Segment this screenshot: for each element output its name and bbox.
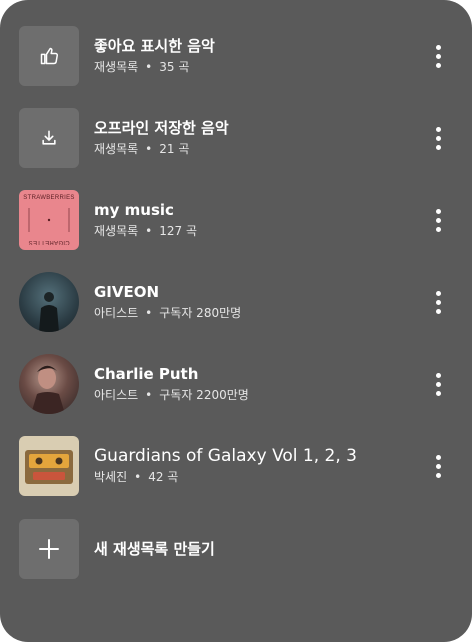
item-subtitle: 재생목록 • 35 곡 [94, 58, 215, 76]
artist-photo-graphic [31, 365, 65, 414]
item-count: 127 곡 [159, 224, 198, 238]
offline-music-thumbnail [19, 108, 79, 168]
item-type: 재생목록 [94, 142, 139, 156]
separator-dot: • [134, 470, 142, 484]
download-icon [42, 130, 56, 145]
item-title: 오프라인 저장한 음악 [94, 119, 229, 137]
more-options-button[interactable] [426, 369, 450, 399]
separator-dot: • [145, 224, 153, 238]
artist-avatar [19, 272, 79, 332]
item-subtitle: 아티스트 • 구독자 2200만명 [94, 386, 249, 404]
more-options-button[interactable] [426, 41, 450, 71]
item-type: 재생목록 [94, 60, 139, 74]
item-type: 아티스트 [94, 388, 139, 402]
item-subtitle: 아티스트 • 구독자 280만명 [94, 304, 241, 322]
list-item-my-music[interactable]: STRAWBERRIES CIGARETTES my music 재생목록 • 12… [19, 190, 472, 250]
item-subtitle: 박세진 • 42 곡 [94, 468, 357, 486]
list-item-offline-music[interactable]: 오프라인 저장한 음악 재생목록 • 21 곡 [19, 108, 472, 168]
item-count: 구독자 280만명 [159, 306, 242, 320]
artist-photo-graphic [39, 292, 59, 332]
separator-dot: • [145, 306, 153, 320]
guardians-album-art [19, 436, 79, 496]
list-item-giveon[interactable]: GIVEON 아티스트 • 구독자 280만명 [19, 272, 472, 332]
item-title: my music [94, 201, 174, 219]
item-count: 35 곡 [159, 60, 190, 74]
list-item-charlie-puth[interactable]: Charlie Puth 아티스트 • 구독자 2200만명 [19, 354, 472, 414]
item-subtitle: 재생목록 • 127 곡 [94, 222, 197, 240]
more-options-button[interactable] [426, 123, 450, 153]
my-music-album-art: STRAWBERRIES CIGARETTES [19, 190, 79, 250]
album-art-text-bottom: CIGARETTES [28, 239, 70, 245]
separator-dot: • [145, 60, 153, 74]
item-subtitle: 재생목록 • 21 곡 [94, 140, 229, 158]
more-options-button[interactable] [426, 287, 450, 317]
item-count: 21 곡 [159, 142, 190, 156]
liked-music-thumbnail [19, 26, 79, 86]
item-title: GIVEON [94, 283, 160, 301]
new-playlist-tile [19, 519, 79, 579]
thumbs-up-icon [40, 47, 59, 65]
more-options-button[interactable] [426, 205, 450, 235]
separator-dot: • [145, 388, 153, 402]
playlist-panel: 좋아요 표시한 음악 재생목록 • 35 곡 오프라인 저장한 음악 재생목록 • 21… [0, 0, 472, 642]
item-title: Guardians of Galaxy Vol 1, 2, 3 [94, 446, 357, 466]
separator-dot: • [145, 142, 153, 156]
item-type: 재생목록 [94, 224, 139, 238]
new-playlist-button[interactable]: 새 재생목록 만들기 [19, 519, 472, 579]
item-title: 좋아요 표시한 음악 [94, 37, 215, 55]
item-type: 아티스트 [94, 306, 139, 320]
more-options-button[interactable] [426, 451, 450, 481]
cassette-art-graphic [25, 450, 73, 484]
item-type: 박세진 [94, 470, 128, 484]
list-item-guardians[interactable]: Guardians of Galaxy Vol 1, 2, 3 박세진 • 42 곡 [19, 436, 472, 496]
item-count: 42 곡 [148, 470, 179, 484]
plus-icon [39, 539, 59, 559]
artist-avatar [19, 354, 79, 414]
list-item-liked-music[interactable]: 좋아요 표시한 음악 재생목록 • 35 곡 [19, 26, 472, 86]
item-count: 구독자 2200만명 [159, 388, 249, 402]
item-title: Charlie Puth [94, 365, 199, 383]
new-playlist-label: 새 재생목록 만들기 [94, 540, 215, 558]
